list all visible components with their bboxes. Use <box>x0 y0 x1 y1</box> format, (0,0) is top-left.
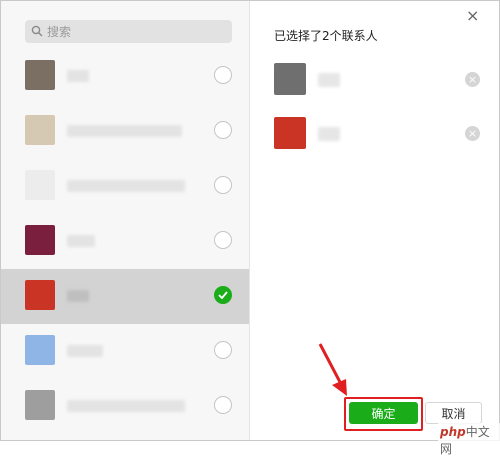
contact-name <box>318 127 340 141</box>
cancel-button[interactable]: 取消 <box>425 402 482 424</box>
contact-row[interactable] <box>1 324 249 379</box>
avatar <box>274 117 306 149</box>
contact-name <box>67 290 89 302</box>
contact-row[interactable] <box>1 214 249 269</box>
selected-contact-item: × <box>274 117 480 151</box>
watermark-brand: php <box>440 425 466 439</box>
selected-contact-item: × <box>274 63 480 97</box>
avatar <box>25 280 55 310</box>
checkbox-icon[interactable] <box>214 176 232 194</box>
contact-row[interactable] <box>1 104 249 159</box>
search-box[interactable]: 搜索 <box>25 20 232 43</box>
checkbox-icon[interactable] <box>214 341 232 359</box>
watermark: php中文网 <box>438 423 500 457</box>
contact-row[interactable] <box>1 159 249 214</box>
contact-name <box>67 345 103 357</box>
avatar <box>25 60 55 90</box>
avatar <box>25 170 55 200</box>
contact-name <box>67 400 185 412</box>
confirm-button[interactable]: 确定 <box>349 402 418 424</box>
avatar <box>25 225 55 255</box>
avatar <box>25 390 55 420</box>
contact-name <box>67 70 89 82</box>
remove-icon[interactable]: × <box>465 126 480 141</box>
close-icon[interactable]: × <box>466 6 479 25</box>
contact-row[interactable] <box>1 269 249 324</box>
contact-row[interactable] <box>1 49 249 104</box>
contact-list-panel: 搜索 <box>1 1 250 440</box>
avatar <box>25 115 55 145</box>
checkbox-icon[interactable] <box>214 66 232 84</box>
checkbox-icon[interactable] <box>214 231 232 249</box>
contact-name <box>67 180 185 192</box>
contact-row[interactable] <box>1 379 249 434</box>
checkbox-icon[interactable] <box>214 396 232 414</box>
selected-count-title: 已选择了2个联系人 <box>274 29 378 43</box>
search-icon <box>31 25 43 37</box>
avatar <box>274 63 306 95</box>
checkbox-checked-icon[interactable] <box>214 286 232 304</box>
contact-name <box>67 235 95 247</box>
search-placeholder: 搜索 <box>47 25 72 39</box>
remove-icon[interactable]: × <box>465 72 480 87</box>
avatar <box>25 335 55 365</box>
contact-name <box>67 125 182 137</box>
checkbox-icon[interactable] <box>214 121 232 139</box>
contact-name <box>318 73 340 87</box>
